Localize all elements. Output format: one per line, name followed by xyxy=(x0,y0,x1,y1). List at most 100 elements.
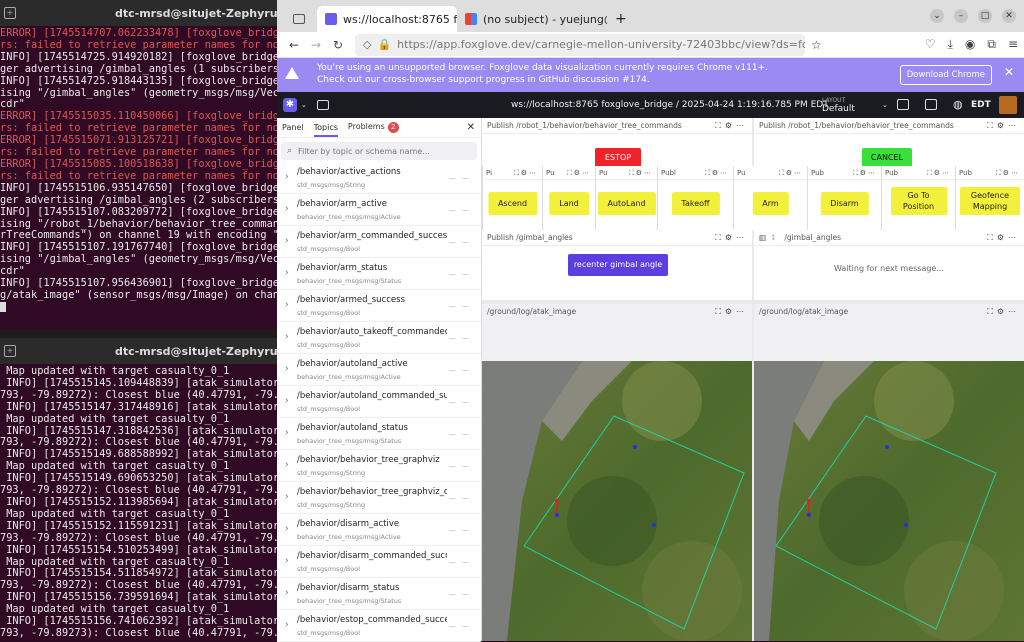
chevron-right-icon[interactable]: › xyxy=(285,556,289,566)
topic-name: /behavior/arm_status xyxy=(297,263,388,273)
terminal-window-top[interactable]: + dtc-mrsd@situjet-Zephyrus: ~ ERROR] [1… xyxy=(0,0,277,330)
geofence-mapping-button[interactable]: Geofence Mapping xyxy=(960,187,1020,215)
tab-overview-button[interactable] xyxy=(277,6,317,32)
download-chrome-button[interactable]: Download Chrome xyxy=(899,65,992,85)
chevron-right-icon[interactable]: › xyxy=(285,524,289,534)
panel-actions-icon[interactable]: ⛶⚙⋯ xyxy=(715,121,748,131)
left-sidebar-toggle-icon[interactable] xyxy=(897,99,909,110)
timezone-label[interactable]: EDT xyxy=(971,100,991,110)
topic-row[interactable]: › /behavior/arm_active behavior_tree_msgs/… xyxy=(277,194,481,226)
takeoff-button[interactable]: Takeoff xyxy=(671,192,720,215)
panel-actions-icon[interactable]: ⛶⚙⋯ xyxy=(987,307,1020,317)
panel-actions-icon[interactable]: ⛶⚙⋯ xyxy=(927,169,951,178)
terminal-tab-icon[interactable]: + xyxy=(4,345,16,357)
chevron-down-icon[interactable]: ⌄ xyxy=(930,9,944,23)
panel-actions-icon[interactable]: ⛶⚙⋯ xyxy=(853,169,877,178)
chevron-right-icon[interactable]: › xyxy=(285,588,289,598)
chevron-right-icon[interactable]: › xyxy=(285,172,289,182)
topic-row[interactable]: › /behavior/autoland_status behavior_tree_… xyxy=(277,418,481,450)
url-bar[interactable]: ◇ 🔒 https://app.foxglove.dev/carnegie-me… xyxy=(355,33,805,56)
ascend-button[interactable]: Ascend xyxy=(487,192,538,215)
chevron-right-icon[interactable]: › xyxy=(285,300,289,310)
autoland-button[interactable]: AutoLand xyxy=(597,192,656,215)
chevron-down-icon[interactable]: ⌄ xyxy=(882,101,888,109)
chevron-right-icon[interactable]: › xyxy=(285,492,289,502)
bookmark-star-icon[interactable]: ☆ xyxy=(811,38,822,52)
chevron-right-icon[interactable]: › xyxy=(285,460,289,470)
chevron-right-icon[interactable]: › xyxy=(285,620,289,630)
back-icon[interactable]: ← xyxy=(283,38,305,52)
foxglove-logo-icon[interactable]: ✱ xyxy=(283,98,297,112)
chevron-right-icon[interactable]: › xyxy=(285,428,289,438)
menu-icon[interactable]: ≡ xyxy=(1008,37,1018,52)
panel-actions-icon[interactable]: ⛶⚙⋯ xyxy=(987,121,1020,131)
chevron-right-icon[interactable]: › xyxy=(285,204,289,214)
connection-status[interactable]: ws://localhost:8765 foxglove_bridge / 20… xyxy=(511,100,829,110)
chevron-right-icon[interactable]: › xyxy=(285,236,289,246)
topic-row[interactable]: › /behavior/active_actions std_msgs/msg/St… xyxy=(277,162,481,194)
chevron-right-icon[interactable]: › xyxy=(285,268,289,278)
maximize-icon[interactable]: □ xyxy=(978,9,992,23)
panel-actions-icon[interactable]: ⛶⚙⋯ xyxy=(715,307,748,317)
topic-row[interactable]: › /behavior/disarm_commanded_succ... std_m… xyxy=(277,546,481,578)
forward-icon[interactable]: → xyxy=(305,38,327,52)
tab-topics[interactable]: Topics xyxy=(313,123,338,137)
tab-foxglove[interactable]: ws://localhost:8765 foxg ✕ xyxy=(317,6,457,32)
arm-button[interactable]: Arm xyxy=(752,192,789,215)
layout-selector[interactable]: LAYOUT Default xyxy=(822,96,855,114)
aerial-image-left[interactable] xyxy=(482,361,752,641)
topic-row[interactable]: › /behavior/autoland_active behavior_tree_… xyxy=(277,354,481,386)
minimize-icon[interactable]: – xyxy=(954,9,968,23)
panel-actions-icon[interactable]: ⛶⚙⋯ xyxy=(629,169,653,178)
topic-row[interactable]: › /behavior/estop_commanded_succe... std_m… xyxy=(277,610,481,642)
topic-row[interactable]: › /behavior/armed_success std_msgs/msg/Boo… xyxy=(277,290,481,322)
disarm-button[interactable]: Disarm xyxy=(820,192,869,215)
chevron-right-icon[interactable]: › xyxy=(285,364,289,374)
pocket-icon[interactable]: ♡ xyxy=(925,37,936,52)
panel-actions-icon[interactable]: ⛶⚙⋯ xyxy=(779,169,803,178)
chevron-right-icon[interactable]: › xyxy=(285,332,289,342)
land-button[interactable]: Land xyxy=(549,192,589,215)
new-tab-button[interactable]: + xyxy=(607,6,635,32)
chevron-down-icon[interactable]: ⌄ xyxy=(301,101,307,109)
panel-title: Pu xyxy=(599,168,608,177)
reload-icon[interactable]: ↻ xyxy=(327,38,349,52)
download-icon[interactable]: ⤓ xyxy=(948,37,953,52)
panel-actions-icon[interactable]: ⛶⚙⋯ xyxy=(514,169,538,178)
panel-actions-icon[interactable]: ⛶⚙⋯ xyxy=(996,169,1020,178)
tab-panel[interactable]: Panel xyxy=(282,123,304,132)
timezone-globe-icon[interactable]: ◍ xyxy=(953,98,963,111)
aerial-image-right[interactable] xyxy=(754,361,1024,641)
account-icon[interactable]: ◉ xyxy=(965,37,975,52)
topic-row[interactable]: › /behavior/behavior_tree_graphviz_c... st… xyxy=(277,482,481,514)
go-to-position-button[interactable]: Go To Position xyxy=(890,187,947,215)
panel-actions-icon[interactable]: ⛶⚙⋯ xyxy=(715,233,748,243)
topic-search-input[interactable]: ⌕ Filter by topic or schema name... xyxy=(281,142,477,160)
topic-row[interactable]: › /behavior/auto_takeoff_commanded... std_… xyxy=(277,322,481,354)
extensions-icon[interactable]: ⧉ xyxy=(987,37,996,52)
terminal-window-bottom[interactable]: + dtc-mrsd@situjet-Zephyrus: ~ Map updat… xyxy=(0,338,277,641)
topic-row[interactable]: › /behavior/disarm_active behavior_tree_ms… xyxy=(277,514,481,546)
panel-actions-icon[interactable]: ⛶⚙⋯ xyxy=(567,169,591,178)
topic-row[interactable]: › /behavior/disarm_status behavior_tree_ms… xyxy=(277,578,481,610)
estop-button[interactable]: ESTOP xyxy=(595,148,641,166)
topic-row[interactable]: › /behavior/behavior_tree_graphviz std_msg… xyxy=(277,450,481,482)
close-icon[interactable]: ✕ xyxy=(467,122,475,133)
close-window-icon[interactable]: ✕ xyxy=(1002,9,1016,23)
recenter-gimbal-button[interactable]: recenter gimbal angle xyxy=(568,254,668,276)
close-icon[interactable]: ✕ xyxy=(1004,66,1014,78)
topic-schema: behavior_tree_msgs/msg/Status xyxy=(297,437,402,445)
add-panel-icon[interactable] xyxy=(316,100,329,110)
topic-row[interactable]: › /behavior/autoland_commanded_su... std_m… xyxy=(277,386,481,418)
tab-gmail[interactable]: (no subject) - yuejung@a ✕ xyxy=(457,6,607,32)
tab-problems[interactable]: Problems 2 xyxy=(348,122,399,133)
terminal-tab-icon[interactable]: + xyxy=(4,7,16,19)
cancel-button[interactable]: CANCEL xyxy=(862,148,912,166)
panel-actions-icon[interactable]: ⛶⚙⋯ xyxy=(987,233,1020,243)
topic-row[interactable]: › /behavior/arm_commanded_success std_msgs… xyxy=(277,226,481,258)
chevron-right-icon[interactable]: › xyxy=(285,396,289,406)
avatar[interactable] xyxy=(999,96,1017,114)
panel-actions-icon[interactable]: ⛶⚙⋯ xyxy=(705,169,729,178)
topic-row[interactable]: › /behavior/arm_status behavior_tree_msgs/… xyxy=(277,258,481,290)
right-sidebar-toggle-icon[interactable] xyxy=(925,99,937,110)
